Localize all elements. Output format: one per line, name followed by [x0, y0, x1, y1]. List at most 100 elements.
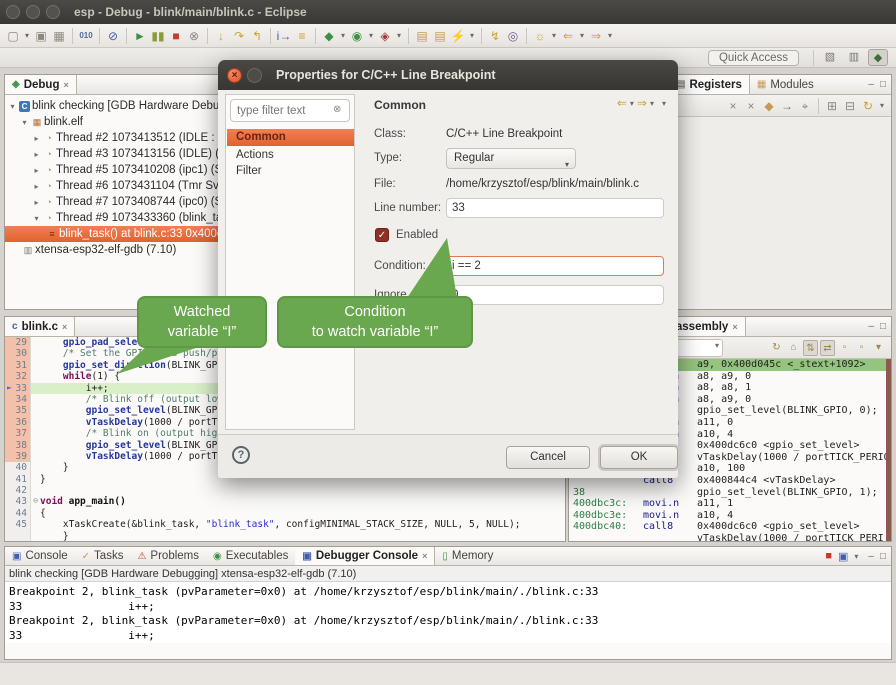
cpp-perspective-icon[interactable]: ▥ — [844, 49, 864, 66]
tab-problems[interactable]: ⚠ Problems — [130, 547, 206, 565]
suspend-icon[interactable]: ▮▮ — [150, 27, 166, 45]
line-number[interactable]: 42 — [5, 485, 31, 496]
new-wizard-icon[interactable]: ▢ — [5, 27, 21, 45]
tab-debug[interactable]: ◈ Debug × — [5, 75, 77, 94]
line-number[interactable] — [5, 531, 31, 542]
line-number[interactable]: 36 — [5, 417, 31, 428]
minimize-icon[interactable]: – — [868, 79, 874, 90]
collapse-all-icon[interactable]: ⊟ — [842, 97, 858, 115]
line-number-field[interactable] — [446, 198, 664, 218]
line-number[interactable]: 44 — [5, 508, 31, 519]
maximize-icon[interactable]: □ — [880, 79, 886, 90]
line-number[interactable]: 40 — [5, 462, 31, 473]
line-number[interactable]: 37 — [5, 428, 31, 439]
line-number[interactable]: 35 — [5, 405, 31, 416]
chevron-right-icon[interactable]: ▸ — [31, 198, 42, 207]
track-expression-icon[interactable]: ⇄ — [820, 340, 835, 356]
back-icon[interactable]: ⇐ — [560, 27, 576, 45]
instruction-step-icon[interactable]: i→ — [276, 27, 292, 45]
skip-breakpoints-icon[interactable]: ⊘ — [105, 27, 121, 45]
dialog-close-button[interactable]: × — [227, 68, 242, 83]
back-caret-icon[interactable]: ▾ — [578, 27, 586, 45]
new-wizard-caret-icon[interactable]: ▾ — [23, 27, 31, 45]
maximize-icon[interactable]: □ — [880, 321, 886, 332]
add-register-group-icon[interactable]: ◆ — [761, 97, 777, 115]
flash-icon[interactable]: ⚡ — [450, 27, 466, 45]
line-number[interactable]: 38 — [5, 440, 31, 451]
debug-caret-icon[interactable]: ▾ — [339, 27, 347, 45]
pin-icon[interactable]: ⌖ — [797, 97, 813, 115]
chevron-right-icon[interactable]: ▸ — [31, 134, 42, 143]
tab-registers[interactable]: ▤ Registers — [669, 75, 750, 94]
view-menu-icon[interactable]: ▾ — [878, 97, 886, 115]
pin-view-icon[interactable]: ▫ — [854, 340, 869, 356]
tab-blink-c[interactable]: c blink.c × — [5, 317, 75, 336]
ignore-count-field[interactable] — [446, 285, 664, 305]
new-view-icon[interactable]: ▫ — [837, 340, 852, 356]
filter-clear-icon[interactable]: ⊗ — [333, 104, 341, 115]
tab-executables[interactable]: ◉ Executables — [206, 547, 295, 565]
enabled-checkbox[interactable]: ✓ — [375, 228, 389, 242]
lightning-icon[interactable]: ↯ — [487, 27, 503, 45]
remove-all-register-groups-icon[interactable]: × — [743, 97, 759, 115]
target-icon[interactable]: ◎ — [505, 27, 521, 45]
help-icon[interactable]: ? — [232, 446, 250, 464]
line-number[interactable]: 34 — [5, 394, 31, 405]
combo-caret-icon[interactable]: ▾ — [715, 341, 719, 350]
refresh-icon[interactable]: ↻ — [860, 97, 876, 115]
step-over-icon[interactable]: ↷ — [231, 27, 247, 45]
view-menu-icon[interactable]: ▾ — [871, 340, 886, 356]
forward-caret-icon[interactable]: ▾ — [650, 99, 654, 108]
chevron-right-icon[interactable]: ▸ — [31, 166, 42, 175]
remove-register-group-icon[interactable]: × — [725, 97, 741, 115]
display-console-icon[interactable]: ▣ — [838, 550, 848, 563]
step-filters-icon[interactable]: ≡ — [294, 27, 310, 45]
debug-icon[interactable]: ◆ — [321, 27, 337, 45]
save-icon[interactable]: ▣ — [33, 27, 49, 45]
flash-caret-icon[interactable]: ▾ — [468, 27, 476, 45]
highlight-icon[interactable]: ☼ — [532, 27, 548, 45]
line-number[interactable]: 39 — [5, 451, 31, 462]
line-number[interactable]: 30 — [5, 348, 31, 359]
forward-icon[interactable]: ⇒ — [588, 27, 604, 45]
disconnect-icon[interactable]: ⊗ — [186, 27, 202, 45]
condition-field[interactable] — [446, 256, 664, 276]
line-number[interactable]: 32 — [5, 371, 31, 382]
window-maximize-button[interactable] — [46, 5, 60, 19]
chevron-down-icon[interactable]: ▾ — [7, 102, 18, 111]
minimize-icon[interactable]: – — [868, 321, 874, 332]
back-icon[interactable]: ⇐ — [617, 96, 627, 110]
forward-icon[interactable]: ⇒ — [637, 96, 647, 110]
line-number[interactable]: 31 — [5, 360, 31, 371]
close-icon[interactable]: × — [732, 322, 737, 332]
nav-item-filter[interactable]: Filter — [227, 163, 354, 180]
nav-item-common[interactable]: Common — [227, 129, 354, 146]
back-caret-icon[interactable]: ▾ — [630, 99, 634, 108]
fold-icon[interactable]: ⊖ — [31, 496, 40, 507]
chevron-right-icon[interactable]: ▸ — [31, 150, 42, 159]
resume-icon[interactable]: ► — [132, 27, 148, 45]
dialog-menu-button[interactable] — [247, 68, 262, 83]
console-output[interactable]: Breakpoint 2, blink_task (pvParameter=0x… — [5, 582, 891, 643]
goto-icon[interactable]: → — [779, 97, 795, 115]
view-menu-icon[interactable]: ▾ — [662, 99, 666, 108]
highlight-caret-icon[interactable]: ▾ — [550, 27, 558, 45]
cancel-button[interactable]: Cancel — [506, 446, 590, 469]
line-number[interactable]: 43 — [5, 496, 31, 507]
coverage-caret-icon[interactable]: ▾ — [395, 27, 403, 45]
save-all-icon[interactable]: ▦ — [51, 27, 67, 45]
close-icon[interactable]: × — [422, 551, 427, 561]
coverage-icon[interactable]: ◈ — [377, 27, 393, 45]
step-into-icon[interactable]: ↓ — [213, 27, 229, 45]
close-icon[interactable]: × — [63, 80, 68, 90]
tab-tasks[interactable]: ✓ Tasks — [75, 547, 131, 565]
open-perspective-icon[interactable]: ▧ — [820, 49, 840, 66]
line-number[interactable]: 45 — [5, 519, 31, 530]
maximize-icon[interactable]: □ — [880, 551, 886, 562]
line-number[interactable]: 29 — [5, 337, 31, 348]
ok-button[interactable]: OK — [600, 446, 678, 469]
tab-debugger-console[interactable]: ▣ Debugger Console × — [295, 547, 435, 565]
line-number[interactable]: 41 — [5, 474, 31, 485]
quick-access-button[interactable]: Quick Access — [708, 50, 799, 66]
nav-item-actions[interactable]: Actions — [227, 147, 354, 164]
